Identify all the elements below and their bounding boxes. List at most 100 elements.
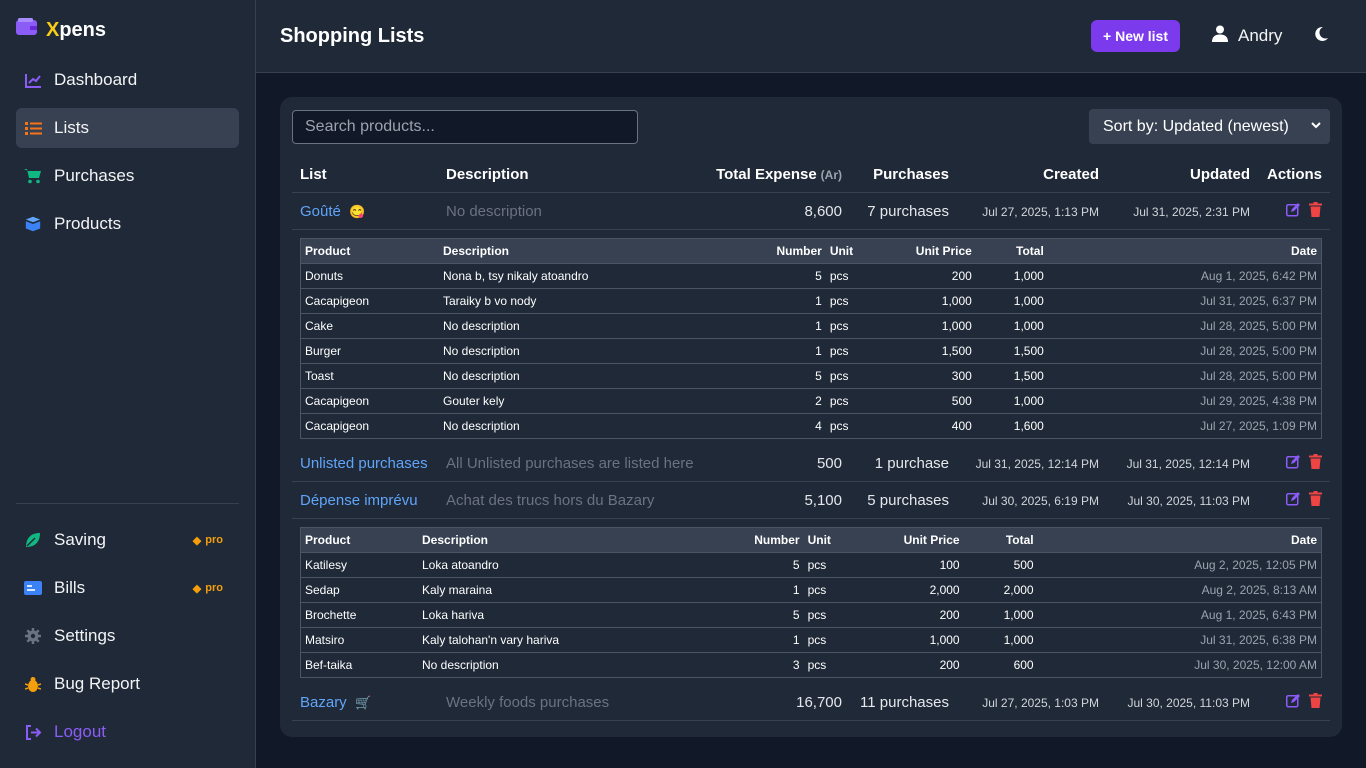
list-purchases: 5 purchases (867, 492, 949, 509)
table-row[interactable]: Bef-taika No description 3 pcs 200 600 J… (301, 651, 1321, 677)
table-row[interactable]: Cake No description 1 pcs 1,000 1,000 Ju… (301, 312, 1321, 338)
list-created: Jul 30, 2025, 6:19 PM (982, 493, 1099, 508)
user-menu[interactable]: Andry (1212, 25, 1282, 47)
col-total: Total Expense (Ar) (716, 166, 842, 183)
nav-label: Saving (54, 530, 106, 549)
list-row[interactable]: Dépense imprévu Achat des trucs hors du … (292, 482, 1330, 519)
item-date: Aug 1, 2025, 6:42 PM (1047, 262, 1321, 288)
table-row[interactable]: Cacapigeon Gouter kely 2 pcs 500 1,000 J… (301, 387, 1321, 413)
item-product: Toast (301, 362, 439, 388)
list-name[interactable]: Goûté 😋 (300, 193, 365, 230)
list-emoji: 🛒 (355, 694, 372, 710)
nav-item-logout[interactable]: Logout (16, 712, 239, 752)
list-row[interactable]: Goûté 😋 No description 8,600 7 purchases… (292, 193, 1330, 230)
item-unit-price: 200 (843, 601, 964, 627)
new-list-button[interactable]: + New list (1091, 20, 1180, 52)
pro-badge: ◆ pro (192, 582, 223, 595)
pro-badge: ◆ pro (192, 534, 223, 547)
item-unit-price: 1,000 (865, 312, 976, 338)
sidebar: Xpens Dashboard Lists Purchases Products… (0, 0, 256, 768)
item-date: Jul 27, 2025, 1:09 PM (1047, 412, 1321, 438)
item-number: 1 (688, 626, 804, 652)
item-total: 1,000 (975, 262, 1048, 288)
edit-icon[interactable] (1286, 693, 1301, 712)
edit-icon[interactable] (1286, 491, 1301, 510)
nav-label: Lists (54, 118, 89, 137)
item-date: Jul 28, 2025, 5:00 PM (1047, 337, 1321, 363)
nav-item-bug-report[interactable]: Bug Report (16, 664, 239, 704)
table-row[interactable]: Sedap Kaly maraina 1 pcs 2,000 2,000 Aug… (301, 576, 1321, 602)
table-row[interactable]: Katilesy Loka atoandro 5 pcs 100 500 Aug… (301, 551, 1321, 577)
user-name: Andry (1238, 26, 1283, 45)
list-actions (1286, 193, 1322, 230)
item-date: Jul 28, 2025, 5:00 PM (1047, 362, 1321, 388)
list-actions (1286, 482, 1322, 519)
sort-select[interactable]: Sort by: Updated (newest) (1089, 109, 1330, 144)
nav-item-settings[interactable]: Settings (16, 616, 239, 656)
list-created: Jul 27, 2025, 1:13 PM (982, 204, 1099, 219)
nav-item-dashboard[interactable]: Dashboard (16, 60, 239, 100)
list-purchases: 1 purchase (874, 455, 949, 472)
edit-icon[interactable] (1286, 202, 1301, 221)
search-input[interactable] (292, 110, 638, 144)
subtable-header: Product Description Number Unit Unit Pri… (301, 239, 1321, 263)
list-emoji: 😋 (349, 203, 366, 219)
nav-item-saving[interactable]: Saving ◆ pro (16, 520, 239, 560)
item-date: Jul 30, 2025, 12:00 AM (1037, 651, 1321, 677)
list-name[interactable]: Dépense imprévu (300, 482, 426, 519)
item-total: 1,600 (975, 412, 1048, 438)
list-updated: Jul 31, 2025, 12:14 PM (1126, 456, 1250, 471)
table-row[interactable]: Matsiro Kaly talohan'n vary hariva 1 pcs… (301, 626, 1321, 652)
list-purchases: 11 purchases (860, 694, 949, 711)
item-product: Donuts (301, 262, 439, 288)
item-number: 4 (709, 412, 826, 438)
item-unit: pcs (825, 312, 866, 338)
nav-item-bills[interactable]: Bills ◆ pro (16, 568, 239, 608)
item-unit-price: 1,000 (843, 626, 964, 652)
item-description: Loka hariva (418, 601, 688, 627)
trash-icon[interactable] (1309, 454, 1322, 473)
currency-unit: (Ar) (820, 167, 842, 182)
item-number: 3 (688, 651, 804, 677)
trash-icon[interactable] (1309, 491, 1322, 510)
list-name[interactable]: Bazary 🛒 (300, 684, 371, 721)
brand-logo[interactable]: Xpens (16, 18, 106, 42)
table-row[interactable]: Cacapigeon No description 4 pcs 400 1,60… (301, 412, 1321, 438)
item-total: 1,000 (975, 387, 1048, 413)
item-date: Aug 1, 2025, 6:43 PM (1037, 601, 1321, 627)
wallet-icon (16, 18, 38, 42)
gem-icon: ◆ (192, 534, 202, 547)
nav-item-products[interactable]: Products (16, 204, 239, 244)
list-row[interactable]: Bazary 🛒 Weekly foods purchases 16,700 1… (292, 684, 1330, 721)
table-row[interactable]: Burger No description 1 pcs 1,500 1,500 … (301, 337, 1321, 363)
trash-icon[interactable] (1309, 202, 1322, 221)
item-unit: pcs (825, 362, 866, 388)
item-unit: pcs (803, 651, 844, 677)
nav-item-purchases[interactable]: Purchases (16, 156, 239, 196)
list-name[interactable]: Unlisted purchases (300, 445, 436, 482)
table-row[interactable]: Cacapigeon Taraiky b vo nody 1 pcs 1,000… (301, 287, 1321, 313)
list-row[interactable]: Unlisted purchases All Unlisted purchase… (292, 445, 1330, 482)
nav-item-lists[interactable]: Lists (16, 108, 239, 148)
item-product: Cake (301, 312, 439, 338)
item-unit-price: 1,000 (865, 287, 976, 313)
edit-icon[interactable] (1286, 454, 1301, 473)
moon-icon[interactable] (1314, 26, 1329, 47)
table-row[interactable]: Toast No description 5 pcs 300 1,500 Jul… (301, 362, 1321, 388)
trash-icon[interactable] (1309, 693, 1322, 712)
sort-value: Sort by: Updated (newest) (1103, 117, 1289, 135)
sub-col-unit: Unit (825, 239, 866, 263)
user-icon (1212, 25, 1228, 47)
bug-icon (24, 675, 42, 693)
table-row[interactable]: Donuts Nona b, tsy nikaly atoandro 5 pcs… (301, 262, 1321, 288)
item-description: No description (439, 337, 709, 363)
item-unit-price: 200 (865, 262, 976, 288)
item-product: Katilesy (301, 551, 418, 577)
item-total: 1,000 (975, 287, 1048, 313)
item-description: No description (439, 362, 709, 388)
item-date: Jul 31, 2025, 6:37 PM (1047, 287, 1321, 313)
item-unit-price: 500 (865, 387, 976, 413)
col-created: Created (1043, 166, 1099, 183)
lists-table: List Description Total Expense (Ar) Purch… (292, 156, 1330, 721)
table-row[interactable]: Brochette Loka hariva 5 pcs 200 1,000 Au… (301, 601, 1321, 627)
